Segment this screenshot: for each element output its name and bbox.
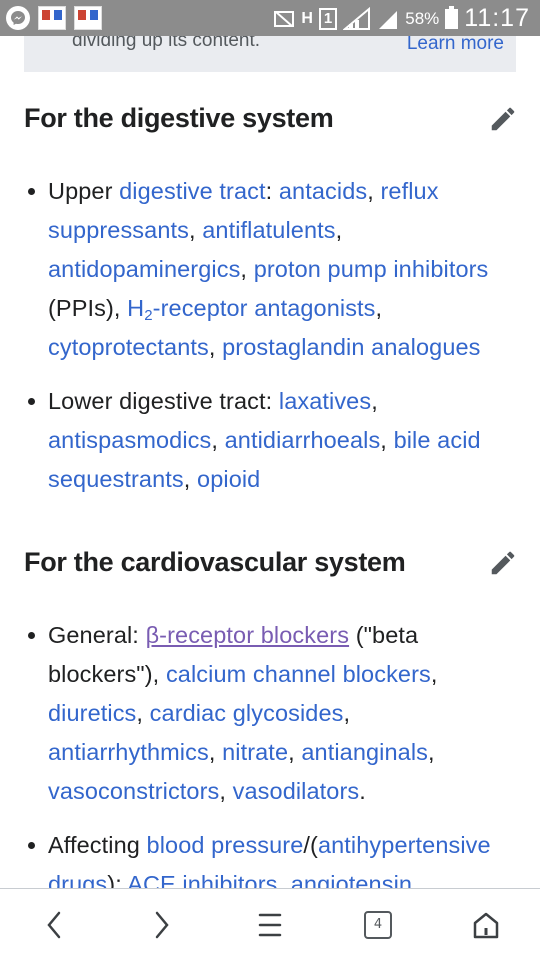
app-thumbnail-icon (38, 6, 66, 30)
signal-icon (343, 6, 371, 30)
list-item: General: β-receptor blockers ("beta bloc… (28, 616, 518, 811)
link-antacids[interactable]: antacids (279, 178, 367, 204)
link-vasoconstrictors[interactable]: vasoconstrictors (48, 778, 219, 804)
link-digestive-tract[interactable]: digestive tract (119, 178, 265, 204)
link-blood-pressure[interactable]: blood pressure (147, 832, 304, 858)
list-item: Lower digestive tract: laxatives, antisp… (28, 382, 518, 499)
app-thumbnail-icon (74, 6, 102, 30)
link-nitrate[interactable]: nitrate (222, 739, 288, 765)
page-notice: dividing up its content. Learn more (24, 36, 516, 72)
item-label: Affecting (48, 832, 147, 858)
link-calcium-channel-blockers[interactable]: calcium channel blockers (166, 661, 431, 687)
article-content: For the digestive system Upper digestive… (24, 90, 518, 919)
messenger-icon (6, 6, 30, 30)
forward-button[interactable] (140, 903, 184, 947)
menu-icon (258, 913, 282, 937)
h2-label-rest: -receptor antagonists (152, 295, 376, 321)
item-label: General: (48, 622, 146, 648)
tabs-button[interactable]: 4 (356, 903, 400, 947)
section-heading-text: For the cardiovascular system (24, 547, 406, 577)
battery-percent: 58% (405, 8, 440, 28)
link-h2-receptor-antagonists[interactable]: H2-receptor antagonists (127, 295, 376, 324)
separator: , (367, 178, 381, 204)
tabs-icon: 4 (364, 911, 392, 939)
separator: , (240, 256, 254, 282)
separator: : (265, 178, 279, 204)
separator: , (335, 217, 343, 243)
link-antianginals[interactable]: antianginals (301, 739, 428, 765)
link-cardiac-glycosides[interactable]: cardiac glycosides (150, 700, 344, 726)
menu-button[interactable] (248, 903, 292, 947)
separator: , (288, 739, 302, 765)
battery-icon (445, 5, 459, 29)
system-status: H 1 58% 11:17 (273, 4, 530, 33)
link-proton-pump-inhibitors[interactable]: proton pump inhibitors (254, 256, 489, 282)
back-button[interactable] (32, 903, 76, 947)
separator: , (219, 778, 233, 804)
section-heading-text: For the digestive system (24, 103, 334, 133)
separator: , (183, 466, 198, 492)
separator: , (371, 388, 378, 414)
link-opioid[interactable]: opioid (197, 466, 260, 492)
item-label: Lower digestive tract: (48, 388, 279, 414)
separator: . (359, 778, 366, 804)
link-prostaglandin-analogues[interactable]: prostaglandin analogues (222, 334, 480, 360)
separator: , (136, 700, 150, 726)
link-diuretics[interactable]: diuretics (48, 700, 136, 726)
link-cytoprotectants[interactable]: cytoprotectants (48, 334, 209, 360)
section-heading-digestive: For the digestive system (24, 90, 518, 146)
network-type-label: H (301, 9, 313, 27)
digestive-list: Upper digestive tract: antacids, reflux … (24, 172, 518, 499)
status-bar: H 1 58% 11:17 (0, 0, 540, 36)
browser-bottom-nav: 4 (0, 888, 540, 961)
signal-icon (379, 10, 398, 29)
separator: , (208, 334, 223, 360)
link-antidopaminergics[interactable]: antidopaminergics (48, 256, 240, 282)
link-antidiarrhoeals[interactable]: antidiarrhoeals (225, 427, 381, 453)
notification-icons (6, 6, 102, 30)
clock: 11:17 (464, 4, 530, 32)
link-beta-receptor-blockers[interactable]: β-receptor blockers (146, 622, 350, 648)
home-icon (473, 912, 499, 939)
learn-more-link[interactable]: Learn more (407, 36, 504, 55)
abbreviation-note: (PPIs), (48, 295, 128, 321)
link-antiflatulents[interactable]: antiflatulents (202, 217, 335, 243)
cardiovascular-list: General: β-receptor blockers ("beta bloc… (24, 616, 518, 904)
item-label: Upper (48, 178, 120, 204)
pencil-icon[interactable] (488, 104, 518, 134)
separator: , (211, 427, 225, 453)
home-button[interactable] (464, 903, 508, 947)
separator: , (188, 217, 203, 243)
section-heading-cardiovascular: For the cardiovascular system (24, 534, 518, 590)
separator: , (208, 739, 223, 765)
sim-slot-label: 1 (318, 7, 338, 30)
separator: , (375, 295, 383, 321)
separator: /( (303, 832, 318, 858)
forward-icon (155, 911, 169, 939)
pencil-icon[interactable] (488, 548, 518, 578)
link-laxatives[interactable]: laxatives (279, 388, 371, 414)
link-vasodilators[interactable]: vasodilators (233, 778, 360, 804)
notice-text: dividing up its content. (72, 36, 261, 51)
separator: , (428, 739, 435, 765)
separator: , (343, 700, 351, 726)
list-item: Upper digestive tract: antacids, reflux … (28, 172, 518, 367)
back-icon (47, 911, 61, 939)
h2-subscript: 2 (144, 307, 153, 324)
mute-icon (274, 10, 295, 27)
h2-label: H (127, 295, 145, 321)
separator: , (380, 427, 394, 453)
link-antispasmodics[interactable]: antispasmodics (48, 427, 211, 453)
link-antiarrhythmics[interactable]: antiarrhythmics (48, 739, 209, 765)
separator: , (430, 661, 438, 687)
